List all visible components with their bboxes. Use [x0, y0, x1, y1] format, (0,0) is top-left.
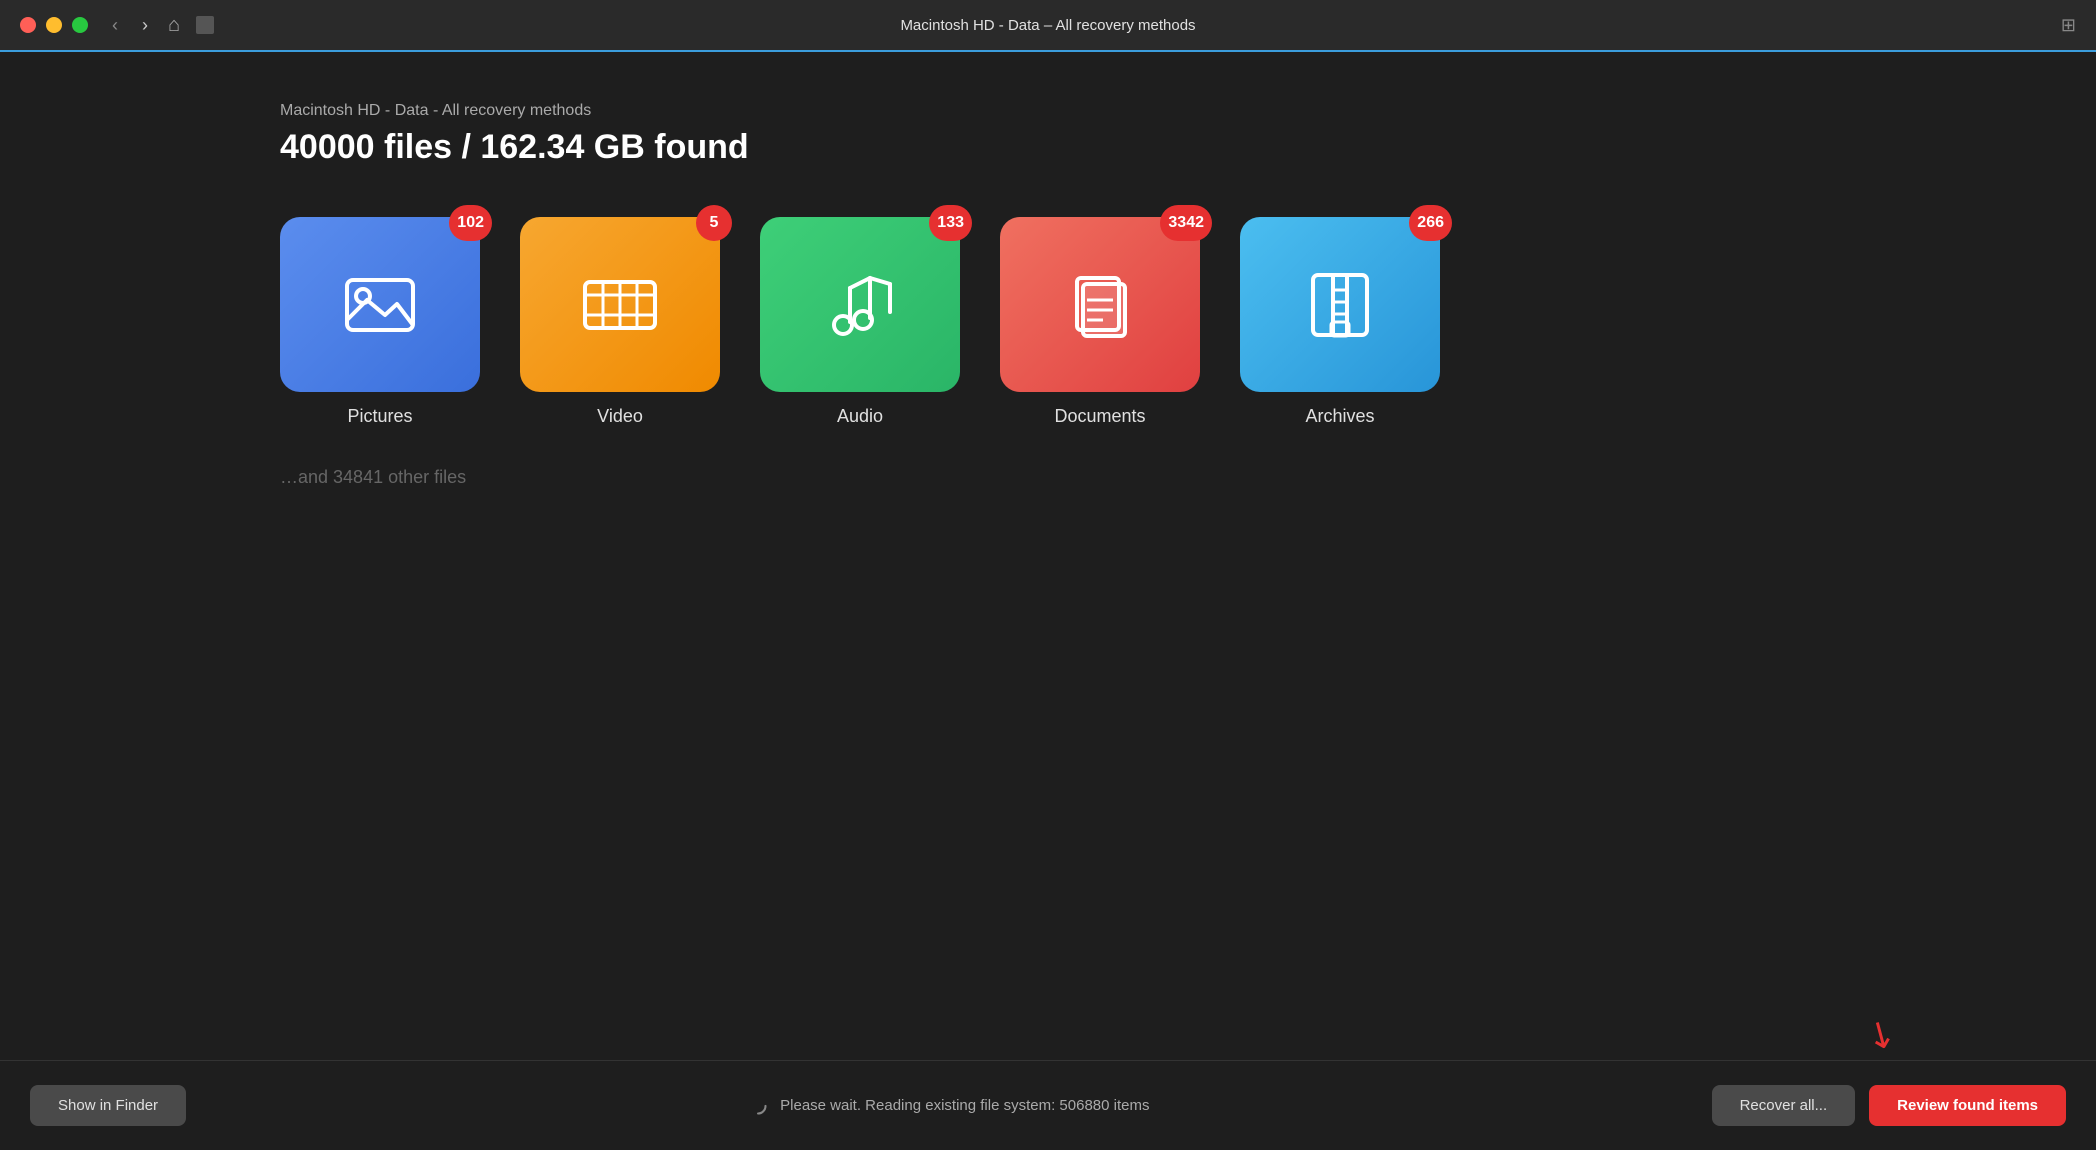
- nav-buttons: ‹ ›: [108, 15, 152, 36]
- reader-button[interactable]: ⊞: [2061, 15, 2076, 36]
- card-pictures[interactable]: 102: [280, 217, 480, 392]
- title-bar: ‹ › ⌂ Macintosh HD - Data – All recovery…: [0, 0, 2096, 52]
- documents-icon: [1055, 260, 1145, 350]
- card-archives[interactable]: 266: [1240, 217, 1440, 392]
- card-audio[interactable]: 133: [760, 217, 960, 392]
- card-pictures-wrapper[interactable]: 102 Pictures: [280, 217, 480, 427]
- badge-audio: 133: [929, 205, 972, 241]
- badge-documents: 3342: [1160, 205, 1212, 241]
- forward-button[interactable]: ›: [138, 15, 152, 36]
- show-in-finder-button[interactable]: Show in Finder: [30, 1085, 186, 1126]
- page-headline: 40000 files / 162.34 GB found: [280, 128, 1816, 167]
- maximize-button[interactable]: [72, 17, 88, 33]
- card-audio-wrapper[interactable]: 133 Audio: [760, 217, 960, 427]
- minimize-button[interactable]: [46, 17, 62, 33]
- spinner-icon: [748, 1096, 768, 1116]
- page-subtitle: Macintosh HD - Data - All recovery metho…: [280, 102, 1816, 120]
- footer: Show in Finder Please wait. Reading exis…: [0, 1060, 2096, 1150]
- home-button[interactable]: ⌂: [168, 14, 180, 37]
- arrow-indicator: ↘: [1857, 1008, 1904, 1059]
- window-title: Macintosh HD - Data – All recovery metho…: [900, 17, 1195, 34]
- pictures-icon: [335, 260, 425, 350]
- card-archives-wrapper[interactable]: 266 Archives: [1240, 217, 1440, 427]
- badge-video: 5: [696, 205, 732, 241]
- badge-pictures: 102: [449, 205, 492, 241]
- other-files-text: …and 34841 other files: [280, 467, 1816, 488]
- card-documents-wrapper[interactable]: 3342 Documents: [1000, 217, 1200, 427]
- category-cards-row: 102 Pictures 5: [280, 217, 1816, 427]
- main-content: Macintosh HD - Data - All recovery metho…: [0, 52, 2096, 538]
- card-video[interactable]: 5: [520, 217, 720, 392]
- label-pictures: Pictures: [347, 406, 412, 427]
- traffic-lights: [20, 17, 88, 33]
- label-video: Video: [597, 406, 643, 427]
- stop-button[interactable]: [196, 16, 214, 34]
- review-found-items-button[interactable]: Review found items: [1869, 1085, 2066, 1126]
- card-video-wrapper[interactable]: 5 Video: [520, 217, 720, 427]
- badge-archives: 266: [1409, 205, 1452, 241]
- footer-right-buttons: Recover all... Review found items: [1712, 1085, 2066, 1126]
- video-icon: [575, 260, 665, 350]
- recover-all-button[interactable]: Recover all...: [1712, 1085, 1856, 1126]
- label-archives: Archives: [1305, 406, 1374, 427]
- archives-icon: [1295, 260, 1385, 350]
- status-text: Please wait. Reading existing file syste…: [780, 1097, 1149, 1114]
- label-documents: Documents: [1054, 406, 1145, 427]
- audio-icon: [815, 260, 905, 350]
- close-button[interactable]: [20, 17, 36, 33]
- back-button[interactable]: ‹: [108, 15, 122, 36]
- card-documents[interactable]: 3342: [1000, 217, 1200, 392]
- footer-status: Please wait. Reading existing file syste…: [186, 1096, 1712, 1116]
- label-audio: Audio: [837, 406, 883, 427]
